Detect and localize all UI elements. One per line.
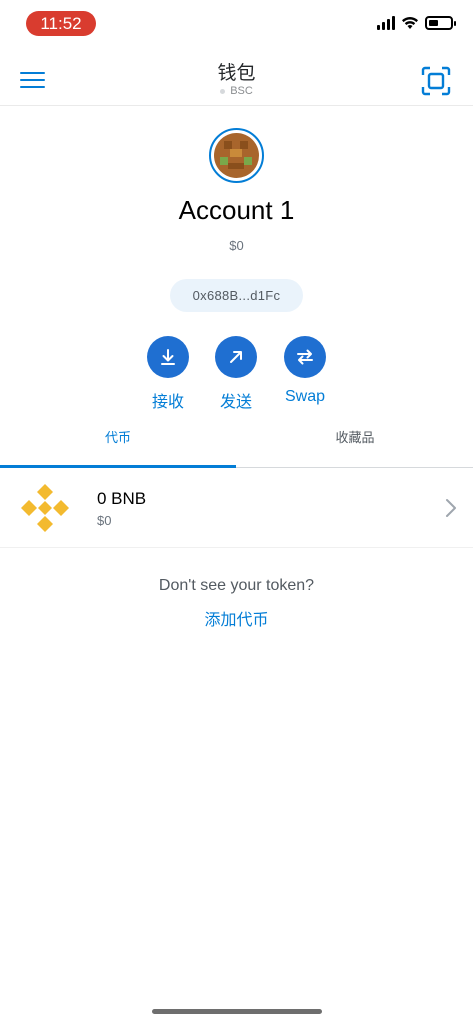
- action-circle: [147, 336, 189, 378]
- missing-token-prompt: Don't see your token?: [158, 577, 315, 594]
- arrow-down-icon: [161, 349, 175, 365]
- status-bar: 11:52: [0, 0, 473, 48]
- action-circle: [284, 336, 326, 378]
- wifi-icon: [402, 17, 418, 29]
- cellular-signal-icon: [377, 16, 395, 30]
- add-token-link[interactable]: 添加代币: [0, 606, 473, 630]
- token-amount: 0 BNB: [97, 489, 147, 508]
- home-indicator[interactable]: [152, 1009, 322, 1014]
- swap-button[interactable]: Swap: [270, 336, 340, 406]
- swap-label: Swap: [284, 388, 326, 405]
- battery-icon: [425, 16, 456, 30]
- status-icons: [377, 16, 456, 30]
- token-row-bnb[interactable]: 0 BNB $0: [0, 468, 473, 548]
- arrow-up-right-icon: [230, 351, 242, 363]
- bnb-logo-icon: [21, 484, 69, 532]
- action-circle: [215, 336, 257, 378]
- network-dot-icon: [220, 88, 226, 94]
- tab-tokens[interactable]: 代币: [0, 418, 236, 468]
- swap-icon: [297, 349, 313, 365]
- tab-collectibles[interactable]: 收藏品: [237, 418, 473, 468]
- network-name: BSC: [230, 85, 253, 97]
- account-avatar[interactable]: [209, 128, 264, 183]
- send-button[interactable]: 发送: [201, 336, 271, 412]
- send-label: 发送: [219, 394, 252, 411]
- chevron-right-icon: [446, 499, 456, 517]
- identicon-icon: [214, 133, 259, 178]
- receive-label: 接收: [151, 394, 184, 411]
- page-title: 钱包: [217, 63, 256, 84]
- account-balance: $0: [229, 238, 244, 253]
- nav-header: 钱包 BSC: [0, 50, 473, 106]
- token-fiat-value: $0: [97, 513, 112, 528]
- account-name[interactable]: Account 1: [0, 195, 473, 226]
- account-address-button[interactable]: 0x688B...d1Fc: [170, 279, 303, 312]
- receive-button[interactable]: 接收: [133, 336, 203, 412]
- scan-qr-icon[interactable]: [421, 66, 451, 96]
- status-time: 11:52: [26, 11, 96, 36]
- asset-tabs: 代币 收藏品: [0, 418, 473, 468]
- network-indicator[interactable]: BSC: [0, 85, 473, 97]
